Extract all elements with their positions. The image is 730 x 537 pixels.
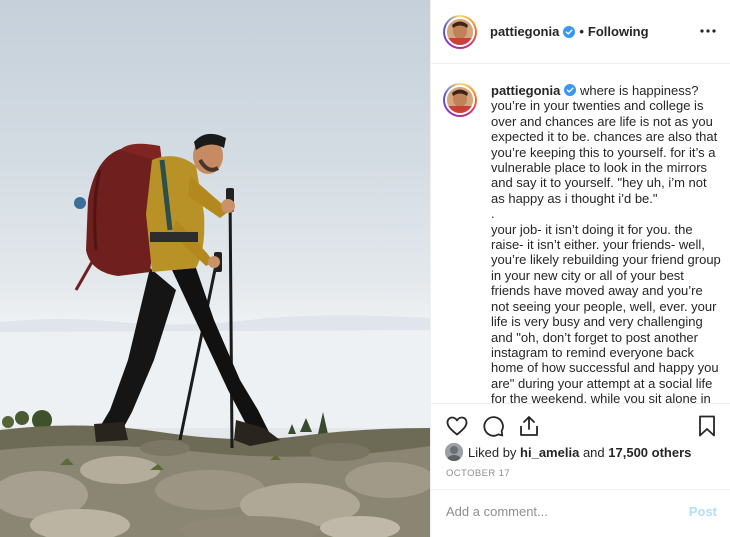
bookmark-icon[interactable]: [695, 414, 719, 438]
avatar-image: [445, 16, 475, 47]
header-separator-dot: •: [579, 24, 584, 39]
caption-username[interactable]: pattiegonia: [491, 83, 560, 98]
verified-badge-icon: [564, 84, 577, 96]
author-avatar[interactable]: [443, 14, 477, 49]
header-username[interactable]: pattiegonia: [490, 24, 559, 39]
following-button[interactable]: Following: [588, 24, 649, 39]
comment-input[interactable]: [446, 504, 666, 519]
add-comment-bar: Post: [431, 489, 730, 537]
avatar-portrait-icon: [445, 443, 463, 461]
avatar-image: [445, 85, 475, 115]
post-header: pattiegonia • Following: [431, 0, 730, 64]
caption-row: pattiegonia where is happiness? you’re i…: [443, 83, 721, 403]
likes-count-link[interactable]: 17,500 others: [608, 445, 691, 460]
verified-badge-icon: [563, 25, 576, 38]
caption-body: where is happiness? you’re in your twent…: [491, 83, 721, 403]
hiker-photo-illustration: [0, 133, 430, 537]
post-date[interactable]: OCTOBER 17: [446, 468, 510, 479]
liker-avatar[interactable]: [445, 443, 463, 461]
post-comment-button[interactable]: Post: [689, 504, 717, 519]
avatar-portrait-icon: [447, 87, 473, 113]
avatar-portrait-icon: [447, 18, 473, 45]
caption-author-avatar[interactable]: [443, 83, 477, 117]
likes-joiner: and: [582, 444, 605, 460]
post-photo[interactable]: [0, 0, 430, 537]
heart-icon[interactable]: [445, 414, 469, 438]
likes-summary: Liked by hi_amelia and 17,500 others: [445, 443, 691, 461]
post-sidebar: pattiegonia • Following pattiegonia wher…: [430, 0, 730, 537]
share-icon[interactable]: [517, 414, 541, 438]
liker-username[interactable]: hi_amelia: [520, 445, 579, 460]
caption-text: pattiegonia where is happiness? you’re i…: [491, 83, 721, 403]
likes-prefix: Liked by: [468, 444, 517, 460]
comments-section[interactable]: pattiegonia where is happiness? you’re i…: [431, 65, 730, 403]
comment-icon[interactable]: [481, 414, 505, 438]
more-options-icon[interactable]: [699, 22, 717, 40]
